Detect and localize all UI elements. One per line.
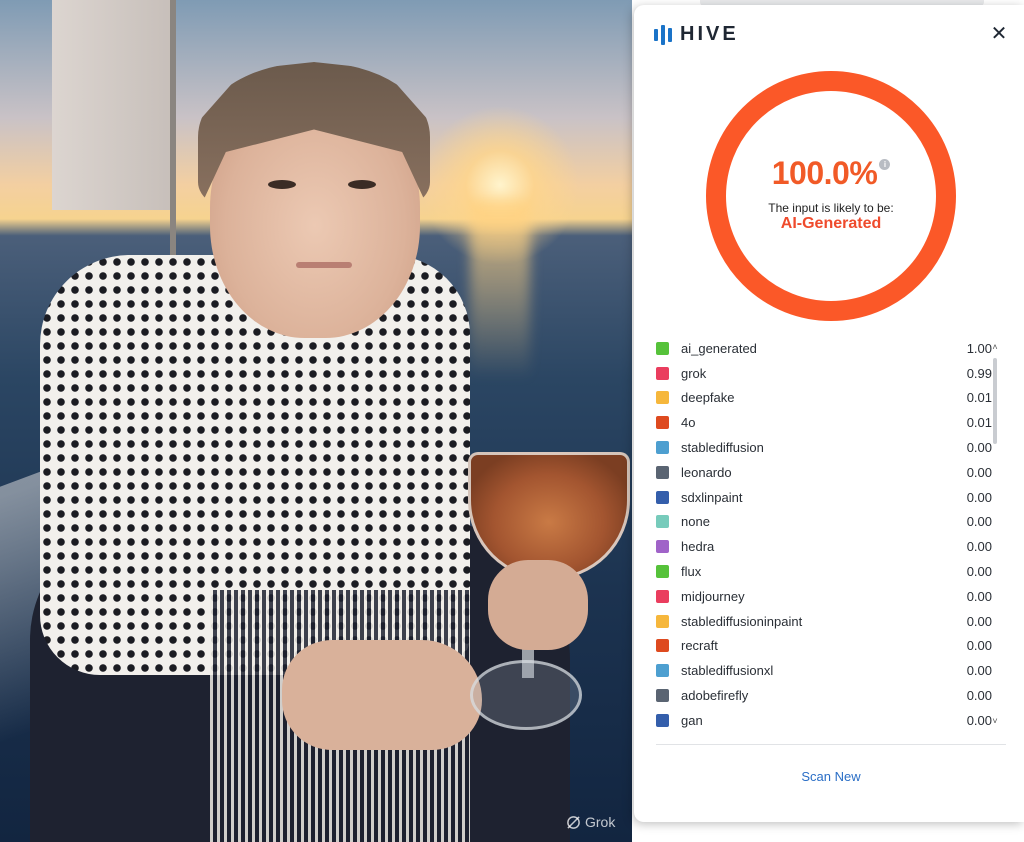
result-label: none [681, 514, 710, 530]
result-label: grok [681, 365, 707, 381]
score-ring [706, 71, 956, 321]
results-list: ai_generated 1.00 grok 0.99 deepfake 0.01 4o 0.… [656, 336, 992, 733]
result-value: 0.00 [966, 588, 992, 604]
result-value: 0.00 [966, 638, 992, 654]
color-swatch [656, 441, 669, 455]
result-row: stablediffusionxl 0.00 [656, 658, 992, 683]
result-value: 1.00 [966, 340, 992, 356]
result-row: deepfake 0.01 [656, 386, 992, 411]
result-value: 0.00 [966, 464, 992, 480]
result-value: 0.00 [966, 688, 992, 704]
scan-new-button[interactable]: Scan New [634, 769, 1024, 784]
mouth [296, 262, 352, 268]
likely-label: The input is likely to be: [768, 201, 894, 215]
result-label: stablediffusioninpaint [681, 613, 803, 629]
glass-foot [470, 660, 582, 730]
result-row: flux 0.00 [656, 559, 992, 584]
result-value: 0.01 [966, 415, 992, 431]
result-label: flux [681, 564, 702, 580]
color-swatch [656, 589, 669, 603]
score-value: 100.0% [771, 155, 878, 191]
hive-detection-panel: HIVE ✕ 100.0% i The input is likely to be… [634, 5, 1024, 822]
brand-name: HIVE [680, 23, 739, 45]
scroll-down-icon[interactable]: ˅ [990, 716, 1000, 726]
sail [52, 0, 172, 210]
result-row: grok 0.99 [656, 361, 992, 386]
result-label: stablediffusionxl [681, 663, 774, 679]
left-eye [268, 180, 296, 189]
result-label: hedra [681, 539, 715, 555]
result-label: ai_generated [681, 340, 757, 356]
result-row: leonardo 0.00 [656, 460, 992, 485]
result-row: adobefirefly 0.00 [656, 683, 992, 708]
result-label: midjourney [681, 588, 745, 604]
color-swatch [656, 565, 669, 579]
result-row: hedra 0.00 [656, 534, 992, 559]
hive-logo: HIVE [654, 23, 739, 46]
result-value: 0.99 [966, 365, 992, 381]
result-label: deepfake [681, 390, 735, 406]
color-swatch [656, 341, 669, 355]
result-value: 0.00 [966, 663, 992, 679]
right-eye [348, 180, 376, 189]
result-value: 0.00 [966, 564, 992, 580]
color-swatch [656, 639, 669, 653]
results-scrollbar[interactable]: ˄ ˅ [990, 342, 1000, 726]
color-swatch [656, 689, 669, 703]
scroll-thumb[interactable] [993, 358, 997, 444]
scroll-up-icon[interactable]: ˄ [990, 342, 1000, 352]
result-row: none 0.00 [656, 510, 992, 535]
result-value: 0.00 [966, 539, 992, 555]
result-label: recraft [681, 638, 718, 654]
color-swatch [656, 465, 669, 479]
result-row: gan 0.00 [656, 708, 992, 733]
result-row: midjourney 0.00 [656, 584, 992, 609]
color-swatch [656, 614, 669, 628]
result-label: 4o [681, 415, 696, 431]
grok-watermark: Grok [566, 814, 615, 830]
result-value: 0.00 [966, 712, 992, 728]
color-swatch [656, 416, 669, 430]
result-row: 4o 0.01 [656, 410, 992, 435]
score-percentage: 100.0% i [634, 155, 1024, 192]
color-swatch [656, 713, 669, 727]
background-photo: Grok [0, 0, 632, 842]
right-hand [488, 560, 588, 650]
result-row: ai_generated 1.00 [656, 336, 992, 361]
close-icon[interactable]: ✕ [988, 23, 1010, 45]
divider [656, 744, 1006, 745]
result-value: 0.00 [966, 514, 992, 530]
color-swatch [656, 366, 669, 380]
watermark-text: Grok [585, 814, 616, 830]
left-hand [282, 640, 482, 750]
color-swatch [656, 490, 669, 504]
result-label: gan [681, 712, 703, 728]
color-swatch [656, 664, 669, 678]
result-value: 0.00 [966, 613, 992, 629]
color-swatch [656, 391, 669, 405]
result-row: sdxlinpaint 0.00 [656, 485, 992, 510]
result-value: 0.01 [966, 390, 992, 406]
sun-reflection [470, 200, 530, 380]
result-label: stablediffusion [681, 440, 764, 456]
result-label: adobefirefly [681, 688, 749, 704]
verdict-label: AI-Generated [780, 215, 882, 232]
result-value: 0.00 [966, 440, 992, 456]
result-label: sdxlinpaint [681, 489, 743, 505]
hive-bars-icon [654, 24, 672, 45]
grok-logo-icon [567, 815, 580, 829]
color-swatch [656, 515, 669, 529]
result-label: leonardo [681, 464, 732, 480]
result-row: recraft 0.00 [656, 634, 992, 659]
color-swatch [656, 540, 669, 554]
result-row: stablediffusioninpaint 0.00 [656, 609, 992, 634]
info-icon[interactable]: i [879, 159, 891, 170]
result-value: 0.00 [966, 489, 992, 505]
result-row: stablediffusion 0.00 [656, 435, 992, 460]
